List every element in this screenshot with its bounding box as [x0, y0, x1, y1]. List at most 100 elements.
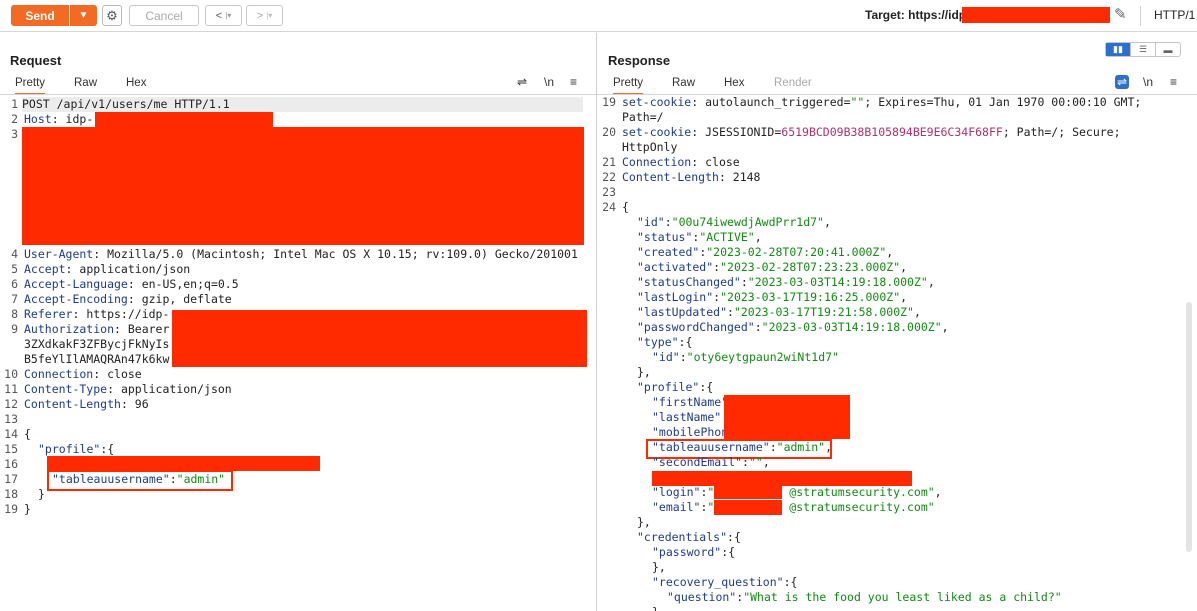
- menu-icon[interactable]: ≡: [1170, 75, 1177, 89]
- line-number: 21: [602, 155, 616, 169]
- settings-button[interactable]: ⚙: [102, 5, 122, 26]
- response-line-20: set-cookie: JSESSIONID=6519BCD09B38B1058…: [622, 125, 1121, 139]
- response-line-19-cont: Path=/: [622, 110, 664, 124]
- layout-toggle[interactable]: ▮▮ ☰ ▬: [1105, 42, 1181, 57]
- cancel-button[interactable]: Cancel: [129, 5, 199, 26]
- line-number: 19: [4, 502, 18, 516]
- tab-response-hex[interactable]: Hex: [724, 77, 744, 89]
- gear-icon: ⚙: [106, 7, 118, 23]
- line-number: 22: [602, 170, 616, 184]
- tab-request-raw[interactable]: Raw: [74, 77, 97, 89]
- request-line-11: Content-Type: application/json: [24, 382, 232, 396]
- json-question: "question":"What is the food you least l…: [667, 590, 1062, 604]
- line-number: 4: [11, 247, 18, 261]
- json-password: "password":{: [652, 545, 736, 559]
- redacted-host: [95, 112, 273, 127]
- request-line-9-cont: 3ZXdkakF3ZFBycjFkNyIs: [24, 337, 170, 351]
- response-line-22: Content-Length: 2148: [622, 170, 761, 184]
- json-close: }: [652, 605, 659, 611]
- response-line-20-cont: HttpOnly: [622, 140, 678, 154]
- json-recovery-question: "recovery_question":{: [652, 575, 798, 589]
- line-number: 5: [11, 262, 18, 276]
- line-number: 20: [602, 125, 616, 139]
- line-number: 16: [4, 457, 18, 471]
- single-pane-icon[interactable]: ▬: [1155, 43, 1180, 56]
- response-scrollbar[interactable]: [1186, 302, 1192, 552]
- pane-divider[interactable]: [596, 33, 597, 611]
- line-number: 13: [4, 412, 18, 426]
- request-line-14: {: [24, 427, 31, 441]
- request-line-12: Content-Length: 96: [24, 397, 149, 411]
- edit-target-icon[interactable]: ✎: [1114, 5, 1127, 23]
- redacted-block: [22, 127, 584, 245]
- protocol-label: HTTP/1: [1154, 8, 1196, 22]
- json-status: "status":"ACTIVE",: [637, 230, 762, 244]
- json-last-login: "lastLogin":"2023-03-17T19:16:25.000Z",: [637, 290, 908, 304]
- json-last-name: "lastName":: [652, 410, 728, 424]
- forward-button[interactable]: > |▾: [246, 5, 283, 26]
- line-number: 19: [602, 95, 616, 109]
- newline-icon[interactable]: \n: [544, 75, 554, 89]
- menu-icon[interactable]: ≡: [570, 75, 577, 89]
- send-button[interactable]: Send: [11, 5, 69, 26]
- tab-response-pretty[interactable]: Pretty: [613, 77, 644, 95]
- redacted-profile-values: [724, 395, 850, 439]
- response-line-19: set-cookie: autolaunch_triggered=""; Exp…: [622, 95, 1142, 109]
- line-number: 23: [602, 185, 616, 199]
- target-label: Target: https://idp-: [865, 8, 971, 22]
- json-password-changed: "passwordChanged":"2023-03-03T14:19:18.0…: [637, 320, 949, 334]
- wrap-icon[interactable]: ⇌: [1115, 75, 1130, 89]
- request-line-2: Host: idp-: [24, 112, 94, 126]
- response-line-21: Connection: close: [622, 155, 740, 169]
- line-number: 11: [4, 382, 18, 396]
- request-title: Request: [10, 53, 62, 68]
- redacted-login: [714, 485, 782, 499]
- response-line-24: {: [622, 200, 629, 214]
- wrap-icon[interactable]: ⇌: [517, 75, 527, 89]
- newline-icon[interactable]: \n: [1143, 75, 1153, 89]
- request-line-15: "profile":{: [38, 442, 115, 456]
- top-toolbar: Send ▼ ⚙ Cancel < |▾ > |▾ Target: https:…: [0, 0, 1197, 32]
- request-line-7: Accept-Encoding: gzip, deflate: [24, 292, 232, 306]
- tab-response-render[interactable]: Render: [774, 77, 812, 89]
- tab-request-hex[interactable]: Hex: [126, 77, 146, 89]
- forward-arrow-icon: >: [256, 9, 264, 22]
- json-mobile-phone: "mobilePhon: [652, 425, 729, 439]
- chevron-down-icon: ▼: [78, 10, 89, 21]
- json-first-name: "firstName": [652, 395, 729, 409]
- line-number: 18: [4, 487, 18, 501]
- tab-response-raw[interactable]: Raw: [672, 77, 695, 89]
- request-line-8: Referer: https://idp-: [24, 307, 170, 321]
- json-created: "created":"2023-02-28T07:20:41.000Z",: [637, 245, 894, 259]
- send-options-dropdown[interactable]: ▼: [70, 5, 97, 26]
- json-second-email: "secondEmail":"",: [652, 455, 770, 469]
- line-number: 14: [4, 427, 18, 441]
- line-number: 8: [11, 307, 18, 321]
- back-button[interactable]: < |▾: [205, 5, 242, 26]
- tab-request-pretty[interactable]: Pretty: [15, 77, 46, 95]
- request-line-10: Connection: close: [24, 367, 142, 381]
- json-type-id: "id":"oty6eytgpaun2wiNt1d7": [652, 350, 839, 364]
- highlight-box: [47, 470, 233, 491]
- back-arrow-icon: <: [215, 9, 223, 22]
- redacted-token: [172, 310, 587, 367]
- redacted-email: [714, 500, 782, 515]
- request-line-18: }: [38, 487, 45, 501]
- json-login: "login":"p@stratumsecurity.com",: [652, 485, 942, 499]
- toolbar-separator: [1140, 6, 1141, 26]
- json-profile: "profile":{: [637, 380, 714, 394]
- request-line-1: POST /api/v1/users/me HTTP/1.1: [22, 97, 583, 112]
- line-number: 6: [11, 277, 18, 291]
- split-horizontal-icon[interactable]: ▮▮: [1106, 43, 1130, 56]
- json-type: "type":{: [637, 335, 693, 349]
- json-activated: "activated":"2023-02-28T07:23:23.000Z",: [637, 260, 908, 274]
- redacted-profile-field: [652, 471, 912, 486]
- json-close: },: [637, 365, 651, 379]
- redacted-target: [962, 7, 1110, 23]
- json-email: "email":"p@stratumsecurity.com": [652, 500, 935, 514]
- request-line-9: Authorization: Bearer: [24, 322, 170, 336]
- request-line-4: User-Agent: Mozilla/5.0 (Macintosh; Inte…: [24, 247, 578, 261]
- line-number: 10: [4, 367, 18, 381]
- json-close: },: [637, 515, 651, 529]
- split-vertical-icon[interactable]: ☰: [1130, 43, 1155, 56]
